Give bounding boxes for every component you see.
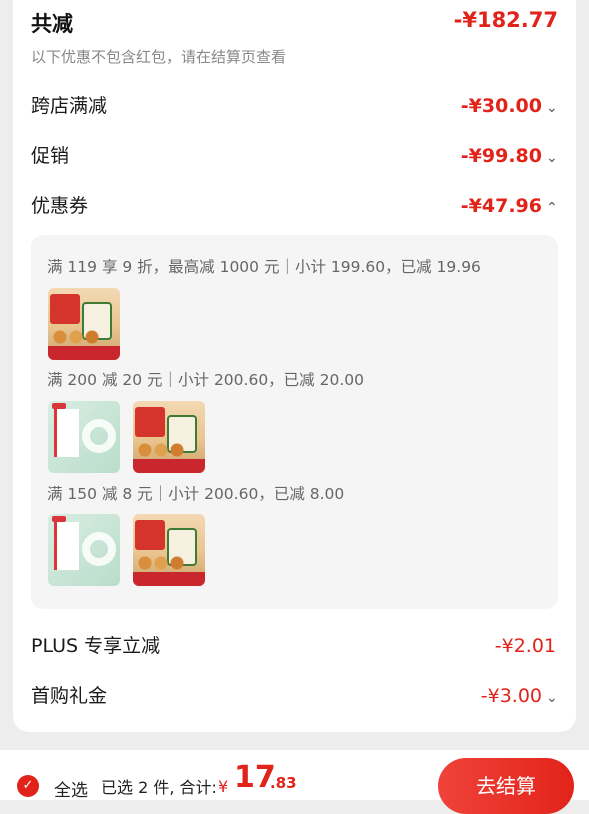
checkout-button[interactable]: 去结算 xyxy=(438,758,574,814)
row-amount: -¥30.00 ⌄ xyxy=(461,90,558,124)
select-all-label[interactable]: 全选 xyxy=(54,776,88,801)
chevron-down-icon[interactable]: ⌄ xyxy=(546,142,558,174)
checkmark-icon[interactable]: ✓ xyxy=(17,775,39,797)
coupon-detail-panel: 满 119 享 9 折，最高减 1000 元｜小计 199.60，已减 19.9… xyxy=(31,235,558,609)
summary-note: 以下优惠不包含红包，请在结算页查看 xyxy=(31,48,287,66)
row-promotion[interactable]: 促销 -¥99.80 ⌄ xyxy=(31,140,558,172)
summary-title: 共减 xyxy=(31,12,73,36)
row-label: PLUS 专享立减 xyxy=(31,635,161,657)
total-decimal: .83 xyxy=(270,774,297,792)
tape-product-image[interactable] xyxy=(48,514,120,586)
row-label: 促销 xyxy=(31,145,70,167)
discount-detail-card: 共减 -¥182.77 以下优惠不包含红包，请在结算页查看 跨店满减 -¥30.… xyxy=(13,0,576,732)
row-amount: -¥47.96 ⌃ xyxy=(461,190,558,224)
coupon-rule-3: 满 150 减 8 元｜小计 200.60，已减 8.00 xyxy=(47,485,345,503)
row-amount: -¥2.01 xyxy=(494,635,556,657)
row-amount: -¥3.00 ⌄ xyxy=(481,680,558,714)
row-coupon[interactable]: 优惠券 -¥47.96 ⌃ xyxy=(31,190,558,222)
row-label: 首购礼金 xyxy=(31,685,108,707)
checkout-bar: ✓ 全选 已选 2 件, 合计: ¥ 17 .83 去结算 xyxy=(0,750,589,814)
food-product-image[interactable] xyxy=(48,288,120,360)
row-plus-discount: PLUS 专享立减 -¥2.01 xyxy=(31,630,558,662)
total-currency: ¥ xyxy=(218,777,229,796)
chevron-down-icon[interactable]: ⌄ xyxy=(546,682,558,714)
row-label: 优惠券 xyxy=(31,195,89,217)
selected-summary: 已选 2 件, 合计: xyxy=(101,778,217,797)
row-first-purchase[interactable]: 首购礼金 -¥3.00 ⌄ xyxy=(31,680,558,712)
coupon-rule-2: 满 200 减 20 元｜小计 200.60，已减 20.00 xyxy=(47,371,364,389)
coupon-rule-1: 满 119 享 9 折，最高减 1000 元｜小计 199.60，已减 19.9… xyxy=(47,258,481,276)
chevron-down-icon[interactable]: ⌄ xyxy=(546,92,558,124)
summary-total: -¥182.77 xyxy=(453,8,558,32)
tape-product-image[interactable] xyxy=(48,401,120,473)
row-label: 跨店满减 xyxy=(31,95,108,117)
food-product-image[interactable] xyxy=(133,401,205,473)
food-product-image[interactable] xyxy=(133,514,205,586)
row-amount: -¥99.80 ⌄ xyxy=(461,140,558,174)
chevron-up-icon[interactable]: ⌃ xyxy=(546,192,558,224)
row-cross-store[interactable]: 跨店满减 -¥30.00 ⌄ xyxy=(31,90,558,122)
